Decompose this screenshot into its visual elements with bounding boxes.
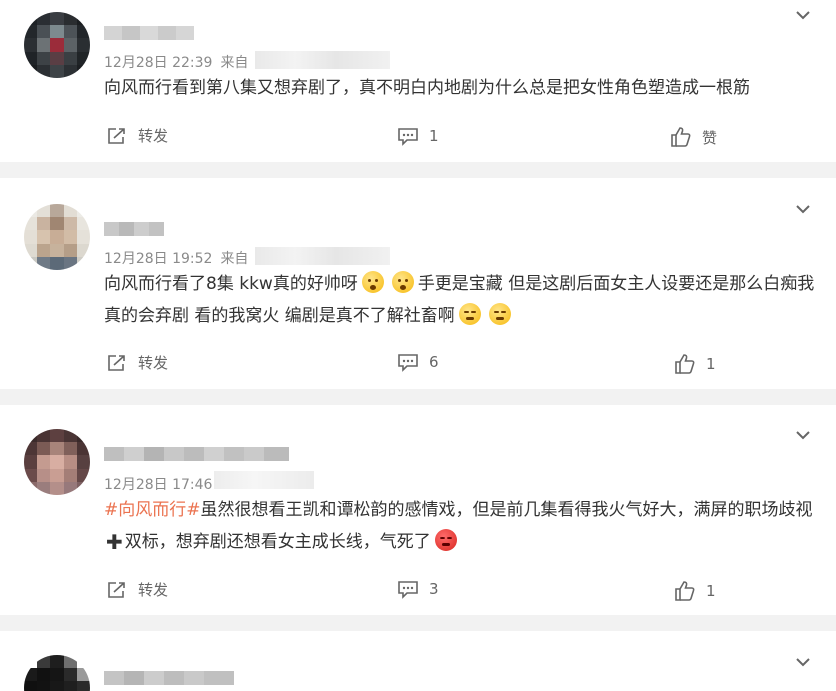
repost-label: 转发 <box>138 127 169 145</box>
avatar[interactable] <box>24 429 90 495</box>
repost-icon <box>106 353 128 373</box>
timestamp: 12月28日 22:39 <box>104 55 213 71</box>
repost-icon <box>106 126 128 146</box>
comment-text-part: 虽然很想看王凯和谭松韵的感情戏，但是前几集看得我火气好大，满屏的职场歧视 <box>200 500 813 520</box>
timestamp: 12月28日 19:52 <box>104 251 213 267</box>
comment-card: 12月28日 19:52 来自 向风而行看了8集 kkw真的好帅呀 手更是宝藏 但是… <box>0 178 836 389</box>
thumbs-up-icon <box>670 126 692 148</box>
repost-label: 转发 <box>138 581 169 599</box>
comment-icon <box>397 352 419 372</box>
username-blurred[interactable] <box>104 25 194 40</box>
avatar[interactable] <box>24 204 90 270</box>
comment-card: 12月28日 17:46 #向风而行#虽然很想看王凯和谭松韵的感情戏，但是前几集… <box>0 405 836 615</box>
repost-button[interactable]: 转发 <box>106 579 168 600</box>
comment-text-part: 双标，想弃剧还想看女主成长线，气死了 <box>124 532 431 552</box>
emoji-icon <box>458 303 481 325</box>
hashtag-link[interactable]: #向风而行# <box>104 500 201 520</box>
comment-button[interactable]: 1 <box>397 126 439 146</box>
avatar-mosaic <box>24 429 90 495</box>
repost-label: 转发 <box>138 354 169 372</box>
like-label: 赞 <box>702 128 718 147</box>
comment-icon <box>397 579 419 599</box>
avatar[interactable] <box>24 12 90 78</box>
source-label: 来自 <box>220 251 249 267</box>
thumbs-up-icon <box>674 580 696 602</box>
comment-text: #向风而行#虽然很想看王凯和谭松韵的感情戏，但是前几集看得我火气好大，满屏的职场… <box>104 494 816 558</box>
comment-meta: 12月28日 22:39 来自 <box>104 52 248 72</box>
reply-count: 6 <box>429 353 439 371</box>
like-count: 1 <box>706 582 716 600</box>
like-button[interactable]: 1 <box>674 353 716 375</box>
timestamp: 12月28日 17:46 <box>104 477 213 493</box>
repost-button[interactable]: 转发 <box>106 125 168 146</box>
chevron-down-icon[interactable] <box>795 654 811 670</box>
comment-meta: 12月28日 19:52 来自 <box>104 248 248 268</box>
source-label: 来自 <box>220 55 249 71</box>
repost-button[interactable]: 转发 <box>106 352 168 373</box>
comment-text: 向风而行看了8集 kkw真的好帅呀 手更是宝藏 但是这剧后面女主人设要还是那么白痴… <box>104 268 816 332</box>
source-blurred <box>255 51 390 69</box>
source-blurred <box>214 471 314 489</box>
chevron-down-icon[interactable] <box>795 427 811 443</box>
username-blurred[interactable] <box>104 221 164 236</box>
avatar-mosaic <box>24 204 90 270</box>
reply-count: 3 <box>429 580 439 598</box>
comment-button[interactable]: 6 <box>397 352 439 372</box>
comment-card: 12月28日 22:39 来自 向风而行看到第八集又想弃剧了，真不明白内地剧为什么… <box>0 0 836 162</box>
emoji-icon <box>361 271 384 293</box>
username-blurred[interactable] <box>104 670 234 685</box>
like-button[interactable]: 1 <box>674 580 716 602</box>
chevron-down-icon[interactable] <box>795 7 811 23</box>
reply-count: 1 <box>429 127 439 145</box>
comment-icon <box>397 126 419 146</box>
avatar-mosaic <box>24 655 90 691</box>
comment-text-part: 向风而行看了8集 kkw真的好帅呀 <box>104 274 358 294</box>
like-count: 1 <box>706 355 716 373</box>
chevron-down-icon[interactable] <box>795 201 811 217</box>
avatar-mosaic <box>24 12 90 78</box>
comment-meta: 12月28日 17:46 <box>104 474 212 494</box>
comment-button[interactable]: 3 <box>397 579 439 599</box>
angry-emoji-icon <box>434 529 457 551</box>
comment-text: 向风而行看到第八集又想弃剧了，真不明白内地剧为什么总是把女性角色塑造成一根筋 <box>104 78 750 98</box>
comment-card <box>0 631 836 691</box>
source-blurred <box>255 247 390 265</box>
repost-icon <box>106 580 128 600</box>
plus-icon: ✚ <box>106 530 123 554</box>
thumbs-up-icon <box>674 353 696 375</box>
like-button[interactable]: 赞 <box>670 126 717 148</box>
emoji-icon <box>391 271 414 293</box>
username-blurred[interactable] <box>104 446 289 461</box>
emoji-icon <box>488 303 511 325</box>
avatar[interactable] <box>24 655 90 691</box>
